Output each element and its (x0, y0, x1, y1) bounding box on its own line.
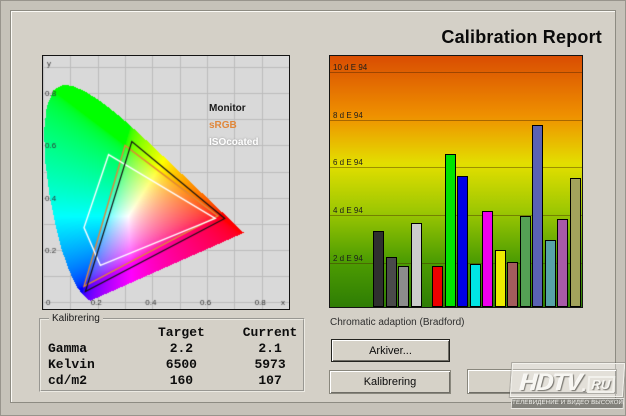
calibration-group-legend: Kalibrering (49, 313, 103, 324)
calibration-group: Kalibrering Target Current Gamma 2.2 2.1… (39, 313, 305, 392)
y-axis-tick-label: 8 d E 94 (333, 110, 363, 120)
gamma-target-value: 2.2 (169, 341, 194, 356)
de94-bar (432, 266, 443, 307)
calibration-report-window: { "title": "Calibration Report", "cie": … (0, 0, 626, 416)
de94-bar (373, 230, 384, 307)
de94-bar (410, 223, 422, 307)
de94-bar (469, 264, 481, 307)
de94-bar (557, 218, 568, 307)
watermark-tagline: ТЕЛЕВИДЕНИЕ И ВИДЕО ВЫСОКОЙ ЧЕТКОСТИ (510, 398, 625, 409)
gridline (330, 71, 582, 73)
de94-bar (482, 211, 493, 307)
watermark-logo: HDTV. RU (509, 363, 626, 397)
de94-bar (544, 240, 556, 307)
hdtv-ru-watermark: HDTV.RU ТЕЛЕВИДЕНИЕ И ВИДЕО ВЫСОКОЙ ЧЕТК… (509, 363, 626, 409)
row-label-luminance: cd/m2 (48, 373, 88, 388)
de94-bar (398, 266, 409, 307)
page-title: Calibration Report (441, 27, 602, 47)
kelvin-current-value: 5973 (254, 357, 286, 372)
table-header-row: Target Current (41, 325, 303, 341)
kelvin-target-value: 6500 (165, 357, 197, 372)
table-row: cd/m2 160 107 (41, 373, 303, 389)
legend-item-monitor: Monitor (209, 103, 246, 114)
cie-chromaticity-canvas (43, 56, 289, 309)
de94-bar (444, 154, 456, 307)
table-row: Kelvin 6500 5973 (41, 357, 303, 373)
de94-bar (532, 125, 543, 307)
luminance-target-value: 160 (169, 373, 194, 388)
calibrate-button[interactable]: Kalibrering (329, 370, 451, 394)
legend-item-srgb: sRGB (209, 120, 237, 131)
de94-bar (494, 249, 506, 307)
luminance-current-value: 107 (258, 373, 282, 388)
de94-bar (519, 216, 531, 307)
de94-bar-chart: 2 d E 94 4 d E 94 6 d E 94 8 d E 94 10 d E 9… (329, 55, 583, 308)
y-axis-tick-label: 10 d E 94 (333, 62, 368, 72)
de94-bar (569, 177, 581, 307)
column-header-target: Target (157, 325, 205, 340)
row-label-gamma: Gamma (48, 341, 88, 356)
chart-caption: Chromatic adaption (Bradford) (330, 317, 465, 328)
de94-bar (507, 261, 518, 307)
cie-chromaticity-chart: Monitor sRGB ISOcoated (42, 55, 290, 310)
gridline (330, 119, 582, 121)
table-row: Gamma 2.2 2.1 (41, 341, 303, 357)
legend-item-isocoated: ISOcoated (209, 137, 259, 148)
watermark-brand-text: HDTV (519, 369, 583, 396)
de94-bar (457, 175, 468, 307)
cie-legend: Monitor sRGB ISOcoated (209, 100, 258, 151)
de94-bar (385, 256, 397, 307)
calibration-table: Target Current Gamma 2.2 2.1 Kelvin 6500… (41, 325, 303, 389)
column-header-current: Current (242, 325, 298, 340)
row-label-kelvin: Kelvin (48, 357, 95, 372)
report-panel: Calibration Report Monitor sRGB ISOcoate… (10, 10, 617, 403)
watermark-tld-text: RU (586, 376, 615, 393)
header-spacer (41, 325, 126, 341)
bars-row (330, 125, 582, 307)
gamma-current-value: 2.1 (258, 341, 282, 356)
archive-button[interactable]: Arkiver... (331, 339, 450, 362)
